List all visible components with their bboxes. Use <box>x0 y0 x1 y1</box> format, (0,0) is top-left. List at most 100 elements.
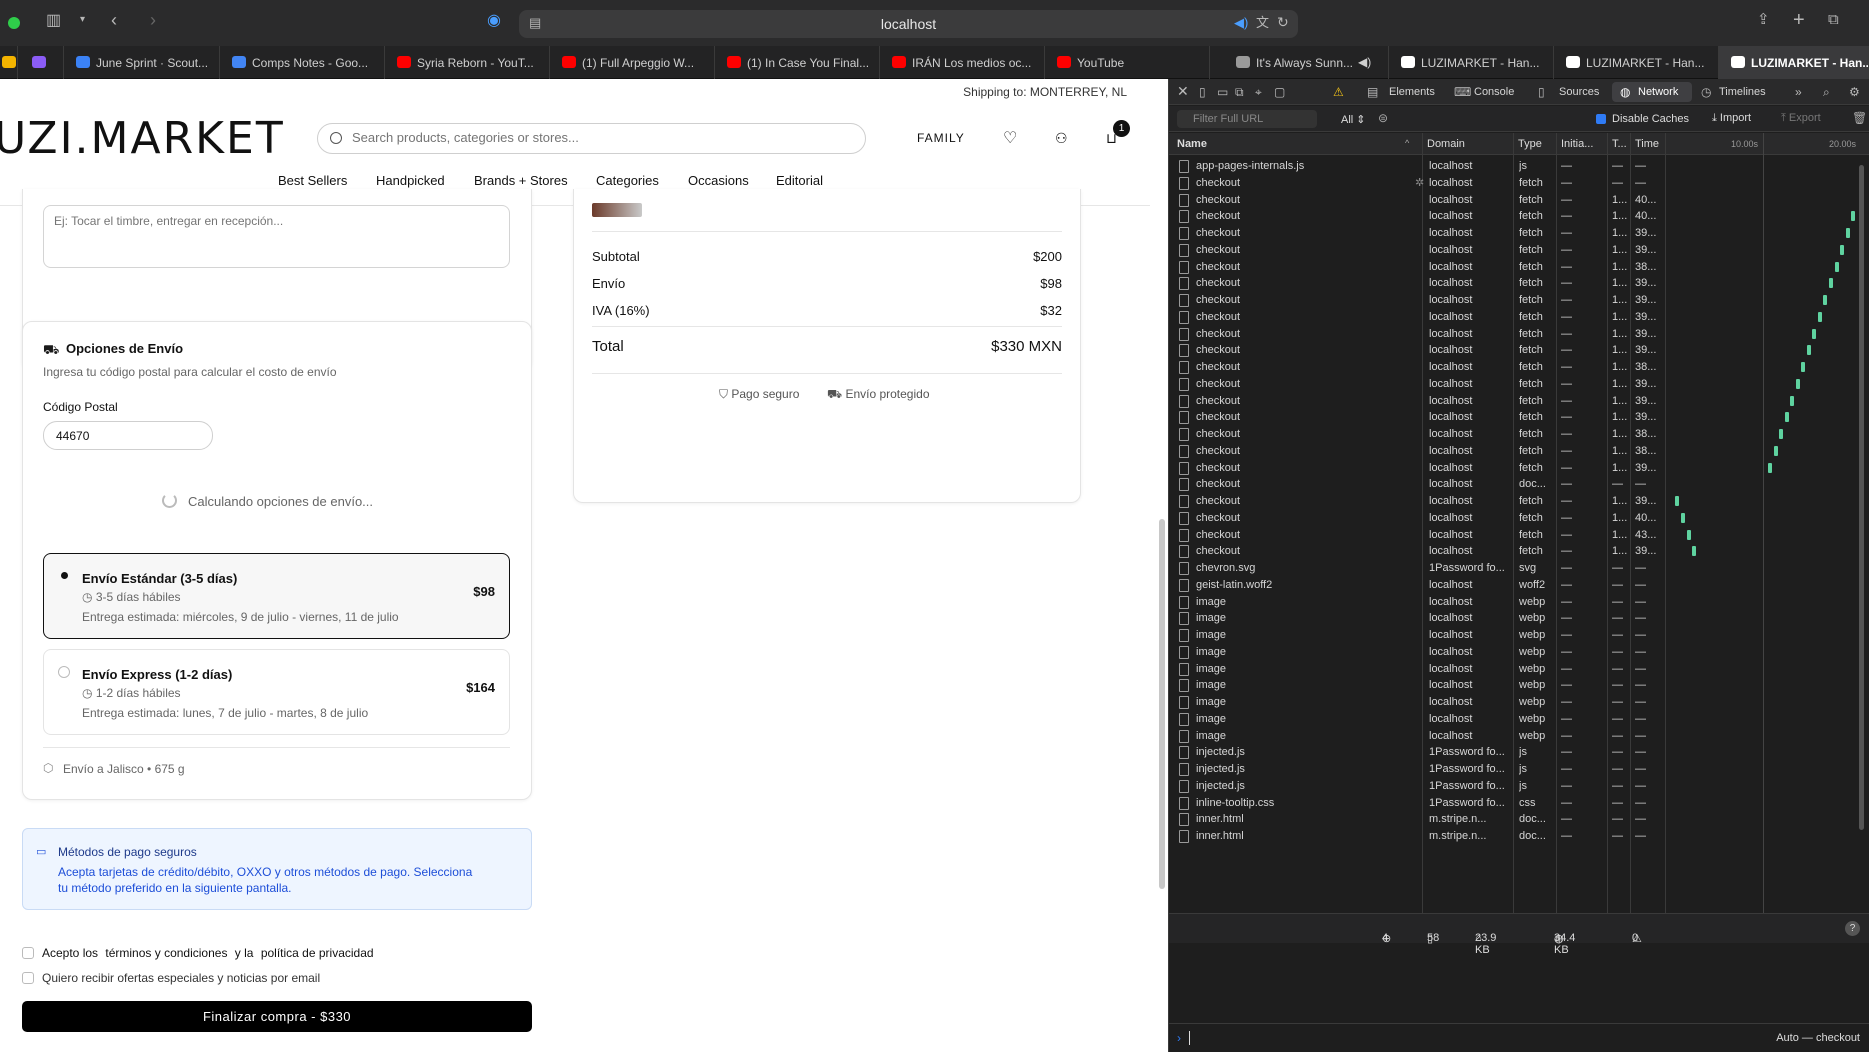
tab-console[interactable]: Console <box>1474 86 1514 98</box>
dock-left-icon[interactable]: ▯ <box>1199 85 1206 99</box>
console-prompt[interactable]: › Auto — checkout <box>1169 1023 1869 1052</box>
network-request-row[interactable]: inner.html m.stripe.n... doc... — — — <box>1169 826 1859 846</box>
finalize-purchase-button[interactable]: Finalizar compra - $330 <box>22 1001 532 1032</box>
request-domain: localhost <box>1429 310 1473 323</box>
audio-playing-icon[interactable]: ◀) <box>1234 16 1248 29</box>
dock-bottom-icon[interactable]: ▭ <box>1217 85 1228 99</box>
forward-arrow-icon[interactable]: › <box>150 11 156 29</box>
family-link[interactable]: FAMILY <box>917 131 965 145</box>
prompt-chevron-icon: › <box>1177 1031 1181 1045</box>
tab-full-arpeggio[interactable]: (1) Full Arpeggio W... <box>550 46 715 79</box>
import-button[interactable]: ⤓ Import <box>1712 112 1751 125</box>
password-manager-icon[interactable]: ◉ <box>487 13 501 29</box>
filter-options-icon[interactable]: ⊜ <box>1378 111 1388 125</box>
offers-checkbox[interactable] <box>22 972 34 984</box>
clear-trash-icon[interactable]: 🗑 <box>1852 111 1867 125</box>
share-icon[interactable]: ⇪ <box>1757 12 1770 27</box>
shipping-option-standard[interactable]: Envío Estándar (3-5 días) ◷ 3-5 días háb… <box>43 553 510 639</box>
undock-icon[interactable]: ⧉ <box>1235 85 1244 100</box>
help-icon[interactable]: ? <box>1845 921 1860 936</box>
pinned-tab-app[interactable] <box>18 46 64 79</box>
nav-categories[interactable]: Categories <box>596 173 659 188</box>
tab-timelines[interactable]: Timelines <box>1719 86 1766 98</box>
nav-brands-stores[interactable]: Brands + Stores <box>474 173 568 188</box>
tab-network[interactable]: Network <box>1638 86 1678 98</box>
radio-selected[interactable] <box>61 572 68 579</box>
nav-occasions[interactable]: Occasions <box>688 173 749 188</box>
sort-ascending-icon[interactable]: ^ <box>1405 138 1409 148</box>
request-time: — <box>1635 645 1646 658</box>
audio-icon[interactable]: ◀) <box>1358 55 1371 69</box>
page-scrollbar[interactable] <box>1159 519 1165 889</box>
reload-icon[interactable]: ↻ <box>1277 15 1289 29</box>
account-user-icon[interactable]: ⚇ <box>1055 130 1068 147</box>
request-time: 40... <box>1635 210 1657 223</box>
zip-input[interactable] <box>43 421 213 450</box>
request-name: inner.html <box>1196 813 1244 826</box>
disable-caches-checkbox[interactable] <box>1596 114 1606 124</box>
request-domain: localhost <box>1429 511 1473 524</box>
chevron-down-icon[interactable]: ▾ <box>80 15 85 25</box>
terms-link[interactable]: términos y condiciones <box>105 946 227 960</box>
tab-sources[interactable]: Sources <box>1559 86 1599 98</box>
tab-comps-notes[interactable]: Comps Notes - Goo... <box>220 46 385 79</box>
file-icon <box>1179 327 1189 341</box>
tab-iran[interactable]: IRÁN Los medios oc... <box>880 46 1045 79</box>
export-button[interactable]: ⤒ Export <box>1781 112 1821 125</box>
filter-url-input[interactable]: Filter Full URL <box>1177 110 1317 128</box>
wishlist-heart-icon[interactable]: ♡ <box>1003 128 1017 148</box>
col-transfer[interactable]: T... <box>1612 138 1627 150</box>
shipping-location[interactable]: Shipping to: MONTERREY, NL <box>0 79 1150 105</box>
tab-luzimarket-2[interactable]: LUZIMARKET - Han... <box>1554 46 1719 79</box>
network-scrollbar[interactable] <box>1859 165 1864 830</box>
col-domain[interactable]: Domain <box>1427 138 1465 150</box>
tab-overview-icon[interactable]: ⧉ <box>1828 12 1839 27</box>
translate-icon[interactable]: 文 <box>1256 16 1269 29</box>
pinned-tab-drive[interactable] <box>0 46 18 79</box>
delivery-notes-textarea[interactable] <box>43 205 510 268</box>
request-name: image <box>1196 712 1226 725</box>
nav-best-sellers[interactable]: Best Sellers <box>278 173 347 188</box>
search-bar[interactable] <box>317 123 866 154</box>
close-icon[interactable]: ✕ <box>1177 83 1189 100</box>
col-initiator[interactable]: Initia... <box>1561 138 1593 150</box>
tab-youtube[interactable]: YouTube <box>1045 46 1210 79</box>
tab-luzimarket-active[interactable]: LUZIMARKET - Han... <box>1719 46 1869 79</box>
warning-icon[interactable]: ⚠ <box>1333 85 1344 99</box>
site-logo[interactable]: UZI.MARKET <box>0 113 285 164</box>
console-icon: ⌨ <box>1454 85 1472 99</box>
window-zoom-button[interactable] <box>8 17 20 29</box>
resource-type-select[interactable]: All ⇕ <box>1341 113 1366 126</box>
tab-elements[interactable]: Elements <box>1389 86 1435 98</box>
search-icon[interactable]: ⌕ <box>1823 85 1830 100</box>
new-tab-plus-icon[interactable]: + <box>1793 10 1805 30</box>
more-tabs-icon[interactable]: » <box>1795 85 1802 99</box>
sidebar-toggle-icon[interactable]: ▥ <box>46 13 61 29</box>
nav-handpicked[interactable]: Handpicked <box>376 173 445 188</box>
col-time[interactable]: Time <box>1635 138 1659 150</box>
network-request-list[interactable]: app-pages-internals.js localhost js — — — chec… <box>1169 156 1859 912</box>
back-arrow-icon[interactable]: ‹ <box>111 11 117 29</box>
terms-checkbox[interactable] <box>22 947 34 959</box>
request-domain: localhost <box>1429 294 1473 306</box>
console-context-select[interactable]: Auto — checkout <box>1776 1032 1860 1044</box>
tab-syria-reborn[interactable]: Syria Reborn - YouT... <box>385 46 550 79</box>
device-icon[interactable]: ▢ <box>1274 85 1285 99</box>
waterfall-bar <box>1845 228 1850 238</box>
search-input[interactable] <box>352 130 852 145</box>
col-name[interactable]: Name <box>1177 138 1207 150</box>
tab-always-sunny[interactable]: It's Always Sunn... ◀) <box>1224 46 1389 79</box>
address-bar[interactable]: ▤ localhost ◀) 文 ↻ <box>519 10 1298 38</box>
tab-in-case-you[interactable]: (1) In Case You Final... <box>715 46 880 79</box>
nav-editorial[interactable]: Editorial <box>776 173 823 188</box>
col-type[interactable]: Type <box>1518 138 1542 150</box>
zip-label: Código Postal <box>43 400 118 414</box>
tab-luzimarket-1[interactable]: LUZIMARKET - Han... <box>1389 46 1554 79</box>
settings-gear-icon[interactable]: ⚙ <box>1849 85 1860 99</box>
element-picker-icon[interactable]: ⌖ <box>1255 85 1262 100</box>
request-type: fetch <box>1519 277 1543 290</box>
privacy-link[interactable]: política de privacidad <box>261 946 374 960</box>
shipping-option-express[interactable]: Envío Express (1-2 días) ◷ 1-2 días hábi… <box>43 649 510 735</box>
tab-june-sprint[interactable]: June Sprint · Scout... <box>64 46 220 79</box>
radio-unselected[interactable] <box>58 666 70 678</box>
